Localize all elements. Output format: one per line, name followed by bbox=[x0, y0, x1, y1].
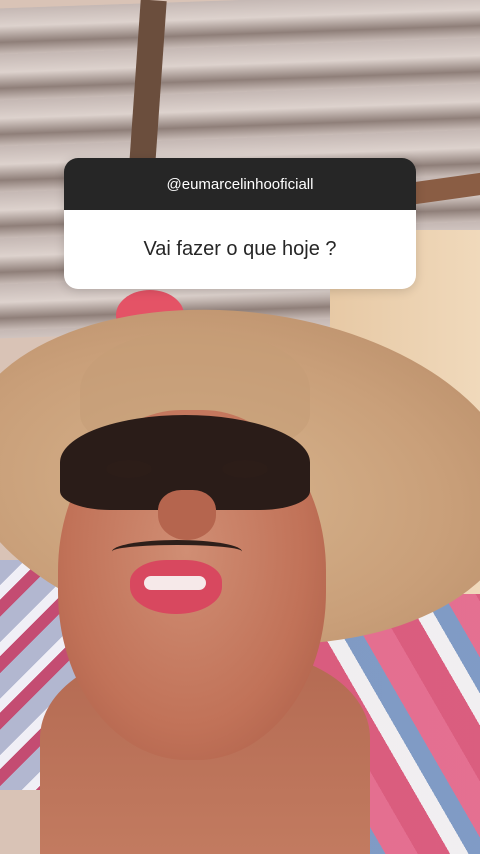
nose bbox=[158, 490, 216, 540]
question-username: @eumarcelinhooficiall bbox=[64, 158, 416, 210]
left-eye bbox=[106, 460, 152, 478]
teeth bbox=[144, 576, 206, 590]
story-background-photo bbox=[0, 0, 480, 854]
right-eye bbox=[222, 460, 268, 478]
question-text: Vai fazer o que hoje ? bbox=[64, 210, 416, 289]
question-sticker[interactable]: @eumarcelinhooficiall Vai fazer o que ho… bbox=[64, 158, 416, 289]
